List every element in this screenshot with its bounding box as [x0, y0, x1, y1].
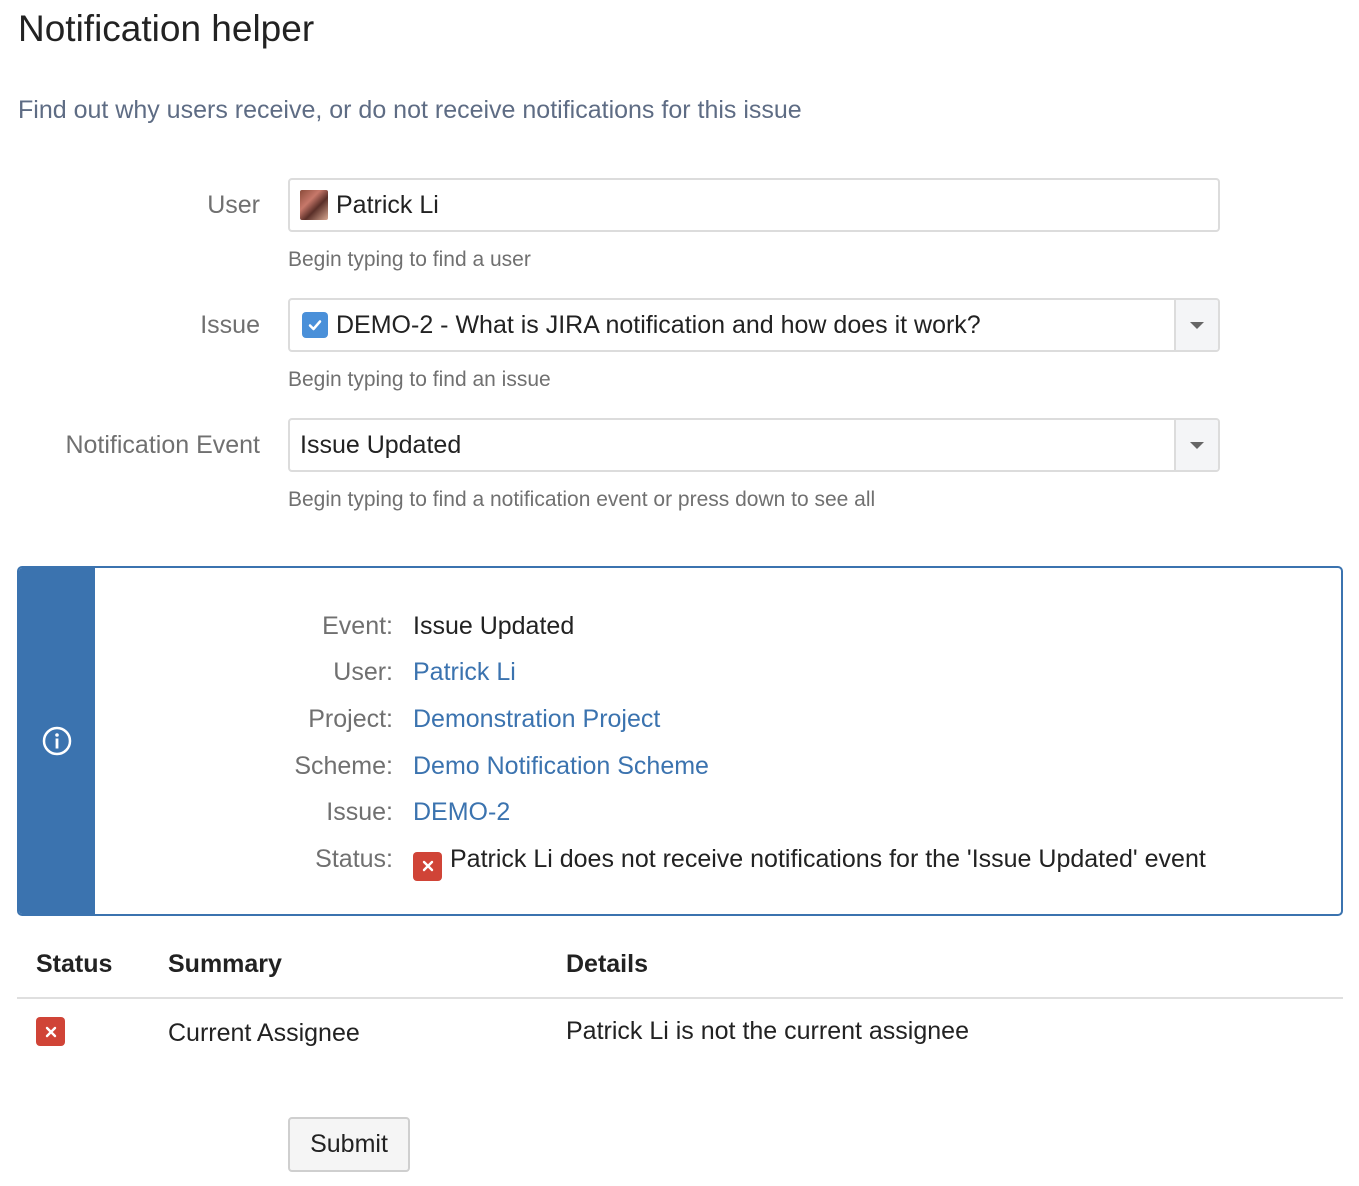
task-checkbox-icon [302, 312, 328, 338]
result-scheme-row: Scheme: Demo Notification Scheme [95, 746, 1335, 786]
column-header-details: Details [566, 950, 648, 978]
result-info-panel: Event: Issue Updated User: Patrick Li Pr… [17, 566, 1343, 916]
page-description: Find out why users receive, or do not re… [18, 96, 802, 124]
result-project-key: Project: [308, 705, 393, 733]
issue-picker-value: DEMO-2 - What is JIRA notification and h… [336, 310, 981, 339]
row-details: Patrick Li is not the current assignee [566, 1017, 969, 1045]
page-title: Notification helper [18, 8, 315, 49]
result-project-row: Project: Demonstration Project [95, 699, 1335, 739]
chevron-down-icon [1190, 321, 1204, 329]
result-event-key: Event: [322, 612, 393, 640]
issue-picker[interactable]: DEMO-2 - What is JIRA notification and h… [288, 298, 1220, 352]
info-icon [42, 726, 72, 756]
result-status-value: Patrick Li does not receive notification… [413, 839, 1206, 881]
info-stripe [19, 568, 95, 914]
result-issue-link[interactable]: DEMO-2 [413, 792, 510, 832]
chevron-down-icon [1190, 441, 1204, 449]
submit-button[interactable]: Submit [288, 1117, 410, 1172]
result-scheme-key: Scheme: [294, 752, 393, 780]
issue-dropdown-button[interactable] [1174, 300, 1218, 350]
result-user-key: User: [333, 658, 393, 686]
column-header-summary: Summary [168, 950, 282, 978]
table-divider [17, 997, 1343, 999]
result-project-link[interactable]: Demonstration Project [413, 699, 660, 739]
event-dropdown-button[interactable] [1174, 420, 1218, 470]
row-summary: Current Assignee [168, 1019, 360, 1047]
user-picker-value: Patrick Li [336, 190, 439, 219]
user-picker[interactable]: Patrick Li [288, 178, 1220, 232]
column-header-status: Status [36, 950, 113, 978]
result-issue-row: Issue: DEMO-2 [95, 792, 1335, 832]
result-event-value: Issue Updated [413, 612, 575, 640]
user-help-text: Begin typing to find a user [288, 248, 531, 271]
event-select-value: Issue Updated [300, 430, 462, 459]
event-label: Notification Event [65, 431, 260, 459]
event-select[interactable]: Issue Updated [288, 418, 1220, 472]
result-user-row: User: Patrick Li [95, 652, 1335, 692]
result-user-link[interactable]: Patrick Li [413, 652, 516, 692]
issue-label: Issue [200, 311, 260, 339]
result-event-row: Event: Issue Updated [95, 606, 1335, 646]
result-scheme-link[interactable]: Demo Notification Scheme [413, 746, 709, 786]
result-status-row: Status: Patrick Li does not receive noti… [95, 839, 1335, 881]
result-status-text: Patrick Li does not receive notification… [450, 845, 1206, 873]
user-label: User [207, 191, 260, 219]
result-status-key: Status: [315, 845, 393, 873]
result-issue-key: Issue: [326, 798, 393, 826]
fail-icon [413, 851, 442, 881]
issue-help-text: Begin typing to find an issue [288, 368, 551, 391]
user-avatar [300, 190, 328, 220]
event-help-text: Begin typing to find a notification even… [288, 488, 876, 511]
fail-icon [36, 1017, 65, 1046]
